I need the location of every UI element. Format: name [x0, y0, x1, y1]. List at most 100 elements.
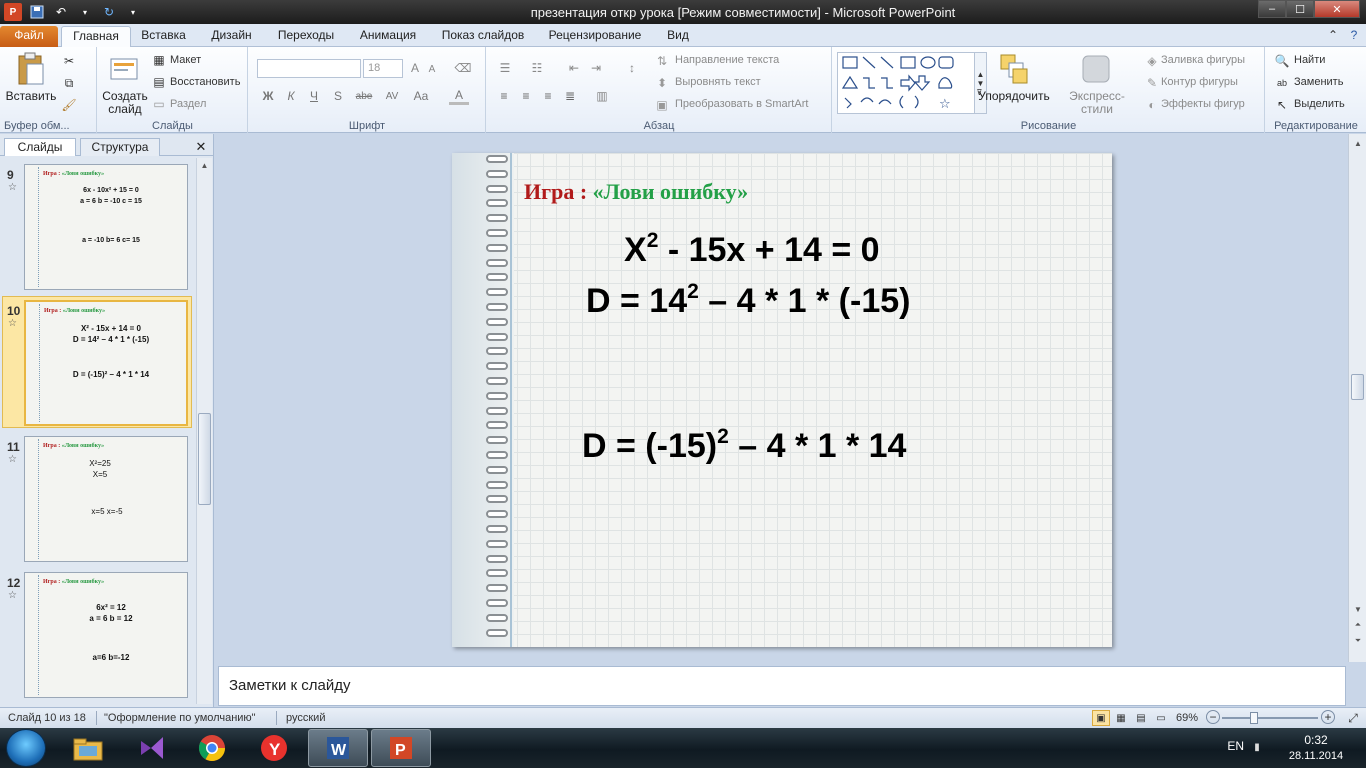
- theme-name[interactable]: "Оформление по умолчанию": [104, 712, 256, 724]
- tab-animations[interactable]: Анимация: [352, 26, 424, 47]
- underline-button[interactable]: Ч: [305, 87, 323, 105]
- font-size-combo[interactable]: 18: [363, 59, 403, 78]
- shape-effects-button[interactable]: Эффекты фигур: [1161, 98, 1245, 110]
- explorer-icon[interactable]: [58, 729, 118, 767]
- shapes-gallery-scroll[interactable]: ▲ ▼ ⊽: [975, 52, 987, 114]
- tab-slides-panel[interactable]: Слайды: [4, 138, 76, 156]
- thumbnail-scrollbar[interactable]: ▲: [196, 158, 212, 704]
- close-button[interactable]: ✕: [1314, 0, 1360, 18]
- align-text-button[interactable]: Выровнять текст: [675, 76, 761, 88]
- reading-view-icon[interactable]: ▤: [1132, 710, 1150, 726]
- increase-indent-icon[interactable]: ⇥: [587, 59, 605, 77]
- tab-slideshow[interactable]: Показ слайдов: [436, 26, 530, 47]
- tab-transitions[interactable]: Переходы: [272, 26, 340, 47]
- shapes-gallery[interactable]: ☆: [837, 52, 975, 114]
- strikethrough-button[interactable]: abe: [353, 87, 375, 105]
- zoom-slider[interactable]: [1222, 717, 1318, 719]
- zoom-in-icon[interactable]: +: [1321, 710, 1335, 724]
- zoom-slider-knob[interactable]: [1250, 712, 1258, 724]
- normal-view-icon[interactable]: ▣: [1092, 710, 1110, 726]
- copy-icon[interactable]: ⧉: [60, 75, 78, 91]
- current-slide[interactable]: Игра : «Лови ошибку» X2 - 15x + 14 = 0 D…: [452, 153, 1112, 647]
- input-language[interactable]: EN: [1227, 739, 1244, 753]
- arrange-icon[interactable]: [997, 51, 1031, 87]
- layout-button[interactable]: Макет: [170, 54, 201, 66]
- shadow-button[interactable]: S: [329, 87, 347, 105]
- start-button[interactable]: [6, 729, 46, 767]
- zoom-out-icon[interactable]: −: [1206, 710, 1220, 724]
- network-icon[interactable]: ▮: [1250, 740, 1264, 754]
- format-painter-icon[interactable]: 🖌: [60, 97, 78, 113]
- tab-insert[interactable]: Вставка: [136, 26, 191, 47]
- italic-button[interactable]: К: [282, 87, 300, 105]
- slide-title[interactable]: Игра : «Лови ошибку»: [524, 179, 748, 205]
- thumbnail-image[interactable]: Игра : «Лови ошибку» X² - 15x + 14 = 0 D…: [24, 300, 188, 426]
- paste-icon[interactable]: [14, 51, 48, 87]
- visual-studio-icon[interactable]: [122, 729, 182, 767]
- next-slide-icon[interactable]: ⏷: [1352, 634, 1364, 648]
- line-spacing-icon[interactable]: ↕: [621, 59, 643, 77]
- decrease-indent-icon[interactable]: ⇤: [565, 59, 583, 77]
- new-slide-icon[interactable]: [108, 51, 140, 85]
- scroll-up-arrow[interactable]: ▲: [1352, 138, 1364, 148]
- thumbnail-image[interactable]: Игра : «Лови ошибку» 6x² = 12 a = 6 b = …: [24, 572, 188, 698]
- grow-font-icon[interactable]: A: [407, 59, 423, 77]
- bold-button[interactable]: Ж: [259, 87, 277, 105]
- close-panel-button[interactable]: ✕: [192, 138, 210, 156]
- thumbnail-image[interactable]: Игра : «Лови ошибку» 6x - 10x² + 15 = 0 …: [24, 164, 188, 290]
- equation-3[interactable]: D = (-15)2 – 4 * 1 * 14: [582, 426, 906, 466]
- bullets-icon[interactable]: ☰: [495, 59, 515, 77]
- tab-outline-panel[interactable]: Структура: [80, 138, 160, 156]
- quick-styles-button[interactable]: Экспресс-стили: [1055, 90, 1139, 116]
- clear-formatting-icon[interactable]: ⌫: [453, 59, 473, 77]
- new-slide-button[interactable]: Создать слайд: [100, 90, 150, 116]
- yandex-browser-icon[interactable]: Y: [244, 729, 304, 767]
- paste-button[interactable]: Вставить: [4, 90, 58, 103]
- powerpoint-icon[interactable]: P: [371, 729, 431, 767]
- shape-fill-button[interactable]: Заливка фигуры: [1161, 54, 1245, 66]
- scrollbar-thumb[interactable]: [198, 413, 211, 505]
- editor-scrollbar[interactable]: ▲ ▼ ⏶ ⏷: [1348, 134, 1366, 662]
- minimize-ribbon-icon[interactable]: ⌃: [1325, 27, 1341, 43]
- cut-icon[interactable]: ✂: [60, 53, 78, 69]
- replace-button[interactable]: Заменить: [1294, 76, 1343, 88]
- word-icon[interactable]: W: [308, 729, 368, 767]
- font-color-button[interactable]: A: [449, 87, 469, 105]
- chrome-icon[interactable]: [182, 729, 242, 767]
- previous-slide-icon[interactable]: ⏶: [1352, 618, 1364, 632]
- shape-outline-button[interactable]: Контур фигуры: [1161, 76, 1238, 88]
- tab-file[interactable]: Файл: [0, 26, 58, 47]
- font-name-combo[interactable]: [257, 59, 361, 78]
- slide-sorter-icon[interactable]: ▦: [1112, 710, 1130, 726]
- char-spacing-button[interactable]: AV: [381, 87, 403, 105]
- tab-home[interactable]: Главная: [61, 26, 131, 47]
- language-indicator[interactable]: русский: [286, 712, 325, 724]
- numbering-icon[interactable]: ☷: [527, 59, 547, 77]
- thumbnail-image[interactable]: Игра : «Лови ошибку» X²=25 X=5 x=5 x=-5: [24, 436, 188, 562]
- scroll-down-arrow[interactable]: ▼: [1352, 604, 1364, 614]
- help-icon[interactable]: ?: [1346, 27, 1362, 43]
- equation-1[interactable]: X2 - 15x + 14 = 0: [624, 230, 880, 270]
- maximize-button[interactable]: ☐: [1286, 0, 1314, 18]
- slideshow-icon[interactable]: ▭: [1152, 710, 1170, 726]
- justify-icon[interactable]: ≣: [561, 87, 579, 105]
- scroll-up-arrow[interactable]: ▲: [199, 160, 210, 170]
- find-button[interactable]: Найти: [1294, 54, 1325, 66]
- tab-view[interactable]: Вид: [661, 26, 695, 47]
- align-left-icon[interactable]: ≡: [495, 87, 513, 105]
- arrange-button[interactable]: Упорядочить: [977, 90, 1051, 103]
- reset-button[interactable]: Восстановить: [170, 76, 240, 88]
- fit-to-window-icon[interactable]: ⤢: [1344, 709, 1362, 727]
- tab-review[interactable]: Рецензирование: [541, 26, 649, 47]
- select-button[interactable]: Выделить: [1294, 98, 1345, 110]
- zoom-level[interactable]: 69%: [1176, 712, 1198, 724]
- change-case-button[interactable]: Aa: [409, 87, 433, 105]
- text-direction-button[interactable]: Направление текста: [675, 54, 779, 66]
- columns-icon[interactable]: ▥: [591, 87, 613, 105]
- align-center-icon[interactable]: ≡: [517, 87, 535, 105]
- equation-2[interactable]: D = 142 – 4 * 1 * (-15): [586, 281, 910, 321]
- section-button[interactable]: Раздел: [170, 98, 206, 110]
- smartart-button[interactable]: Преобразовать в SmartArt: [675, 98, 808, 110]
- shrink-font-icon[interactable]: A: [425, 61, 439, 77]
- scrollbar-thumb[interactable]: [1351, 374, 1364, 400]
